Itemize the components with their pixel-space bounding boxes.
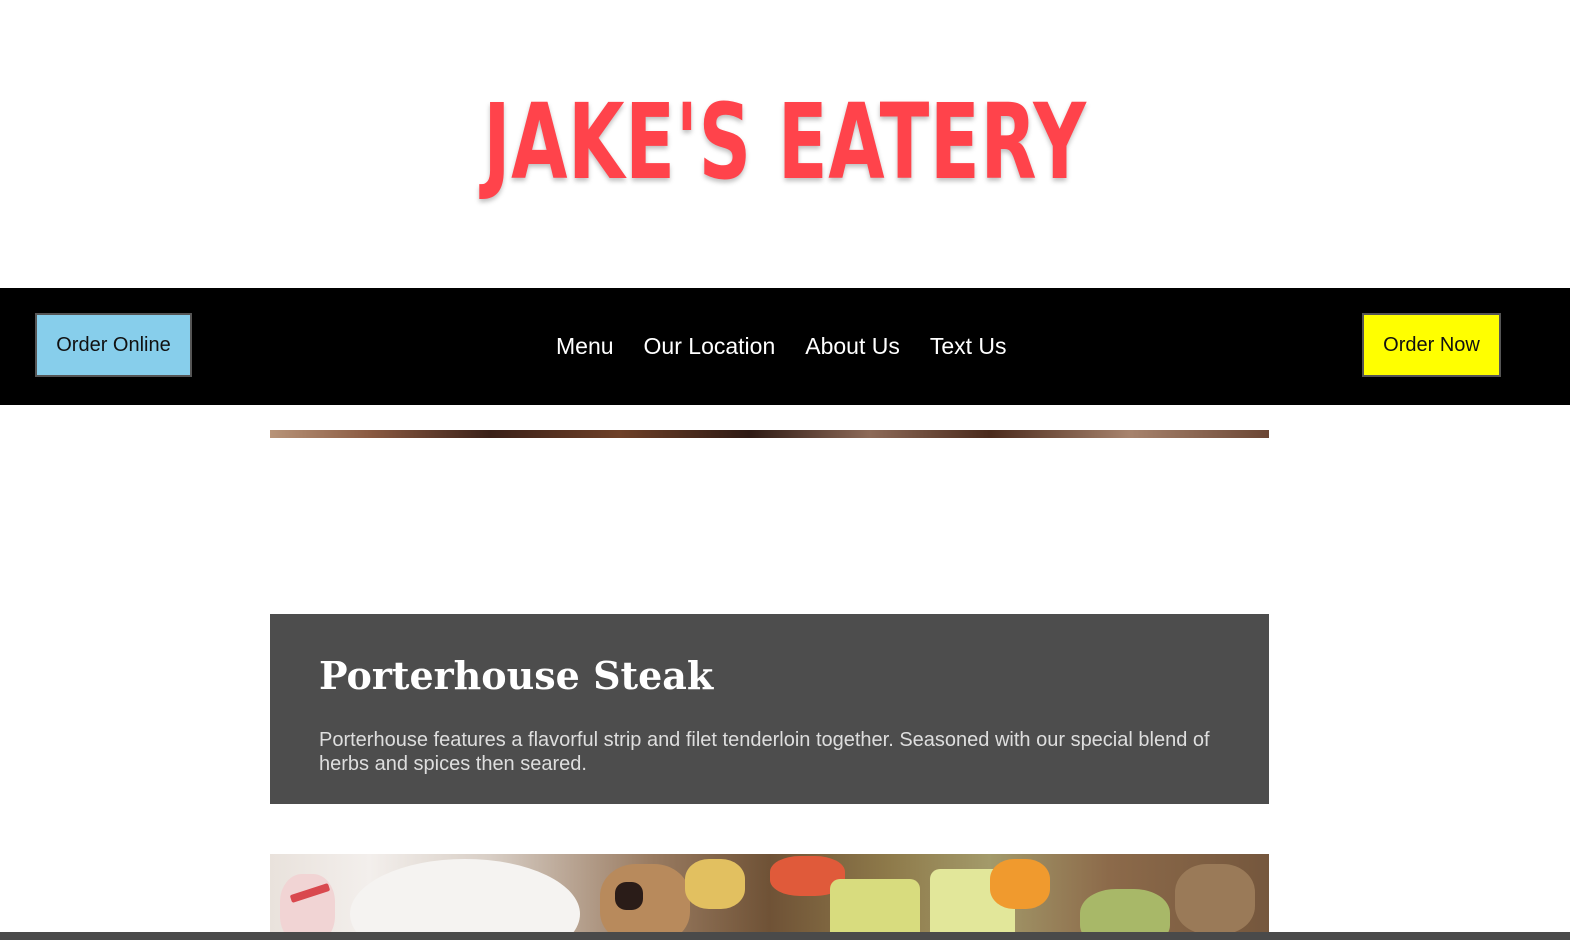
order-online-button[interactable]: Order Online bbox=[35, 313, 192, 377]
horizontal-scrollbar[interactable] bbox=[0, 932, 1570, 940]
site-header: JAKE'S EATERY bbox=[0, 0, 1570, 288]
nav-link-text-us[interactable]: Text Us bbox=[930, 333, 1007, 360]
food-image-detail bbox=[990, 859, 1050, 909]
main-navbar: Order Online Menu Our Location About Us … bbox=[0, 288, 1570, 405]
order-now-button[interactable]: Order Now bbox=[1362, 313, 1501, 377]
site-logo[interactable]: JAKE'S EATERY bbox=[236, 82, 1335, 202]
menu-item-card: Porterhouse Steak Porterhouse features a… bbox=[270, 614, 1269, 804]
page: JAKE'S EATERY Order Online Menu Our Loca… bbox=[0, 0, 1570, 940]
food-image-detail bbox=[1175, 864, 1255, 934]
nav-link-our-location[interactable]: Our Location bbox=[644, 333, 776, 360]
menu-item-description: Porterhouse features a flavorful strip a… bbox=[319, 729, 1210, 775]
food-image-next bbox=[270, 854, 1269, 940]
nav-link-menu[interactable]: Menu bbox=[556, 333, 614, 360]
food-image-detail bbox=[350, 859, 580, 940]
nav-links: Menu Our Location About Us Text Us bbox=[556, 288, 1007, 405]
nav-link-about-us[interactable]: About Us bbox=[805, 333, 900, 360]
food-image-detail bbox=[600, 864, 690, 940]
food-image-previous bbox=[270, 430, 1269, 438]
food-image-detail bbox=[615, 882, 643, 910]
menu-item-title: Porterhouse Steak bbox=[319, 653, 714, 698]
food-image-detail bbox=[830, 879, 920, 940]
food-image-detail bbox=[685, 859, 745, 909]
